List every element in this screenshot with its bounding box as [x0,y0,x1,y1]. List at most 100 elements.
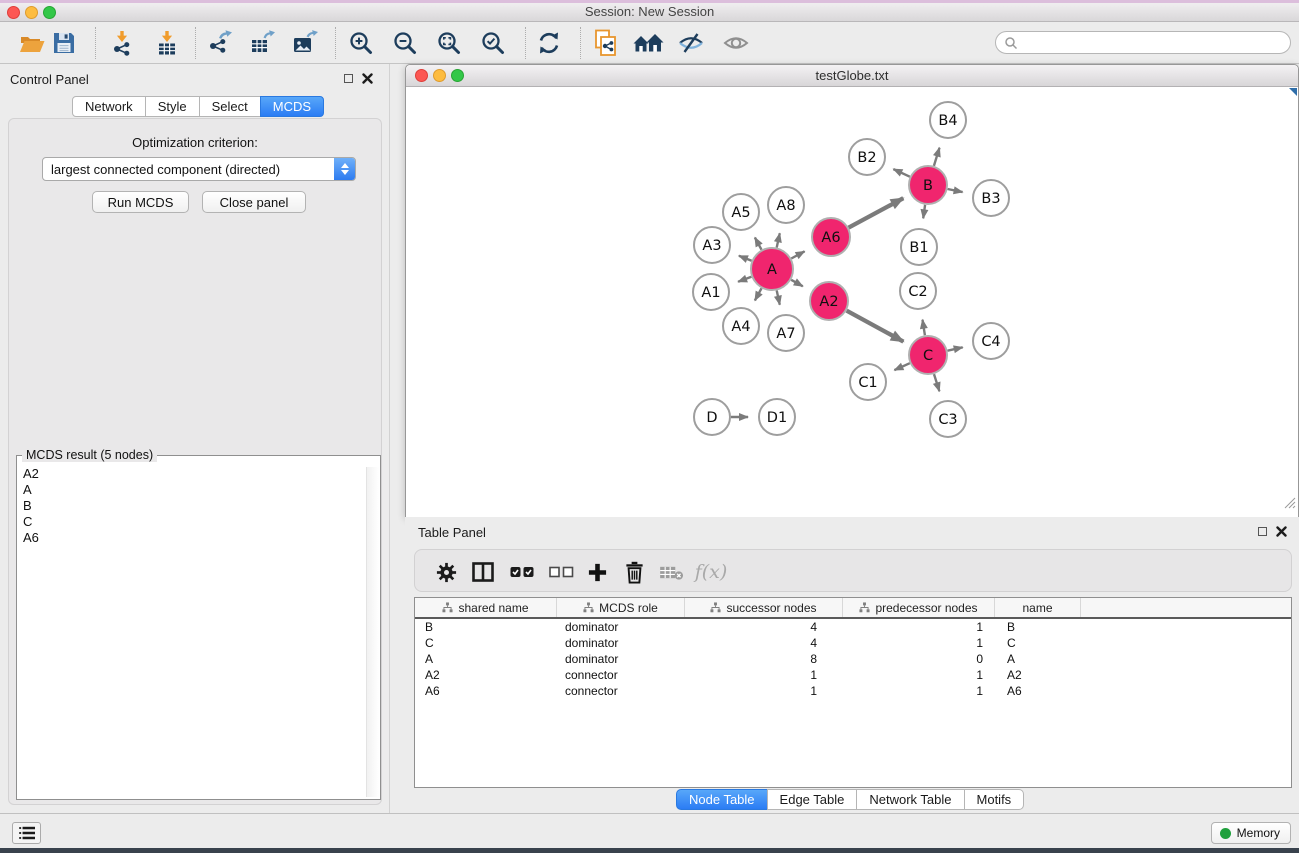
optimization-criterion-dropdown[interactable]: largest connected component (directed) [42,157,356,181]
network-window-titlebar[interactable]: testGlobe.txt [406,65,1298,87]
close-panel-icon[interactable] [362,73,373,84]
table-row[interactable]: Bdominator41B [415,619,1291,635]
node-D[interactable]: D [694,399,730,435]
table-cell[interactable]: dominator [557,652,685,666]
table-cell[interactable]: B [995,620,1081,634]
window-menu-corner-icon[interactable] [1289,88,1297,96]
tab-edge-table[interactable]: Edge Table [767,789,858,810]
export-table-icon[interactable] [247,29,275,57]
table-cell[interactable]: 1 [685,668,843,682]
function-builder-icon[interactable]: f(x) [693,558,729,586]
table-cell[interactable]: connector [557,684,685,698]
table-cell[interactable]: 8 [685,652,843,666]
eye-icon[interactable] [722,29,750,57]
task-history-button[interactable] [12,822,41,844]
table-cell[interactable]: C [995,636,1081,650]
table-cell[interactable]: C [415,636,557,650]
node-C2[interactable]: C2 [900,273,936,309]
node-A7[interactable]: A7 [768,315,804,351]
node-B[interactable]: B [909,166,947,204]
mcds-result-item[interactable]: C [21,514,364,530]
table-cell[interactable]: A6 [995,684,1081,698]
select-all-icon[interactable] [507,558,537,586]
node-B1[interactable]: B1 [901,229,937,265]
node-C[interactable]: C [909,336,947,374]
edge-C-C4[interactable] [948,347,963,350]
edge-A-A7[interactable] [777,291,780,305]
result-scrollbar[interactable] [366,467,379,797]
edge-B-B4[interactable] [934,148,940,166]
table-cell[interactable]: 1 [843,684,995,698]
edge-A-A3[interactable] [739,256,752,261]
edge-A-A2[interactable] [791,280,803,287]
save-session-icon[interactable] [50,29,78,57]
edge-A-A6[interactable] [791,251,804,258]
table-row[interactable]: A6connector11A6 [415,683,1291,699]
float-panel-icon[interactable] [1258,527,1267,536]
refresh-icon[interactable] [535,29,563,57]
tab-mcds[interactable]: MCDS [260,96,324,117]
add-icon[interactable] [583,558,611,586]
export-image-icon[interactable] [290,29,318,57]
edge-A2-C[interactable] [847,311,904,342]
table-cell[interactable]: 1 [685,684,843,698]
network-canvas[interactable]: AA1A2A3A4A5A6A7A8BB1B2B3B4CC1C2C3C4DD1 [406,88,1298,517]
zoom-out-icon[interactable] [391,29,419,57]
table-cell[interactable]: A [415,652,557,666]
search-box[interactable] [995,31,1291,54]
open-file-icon[interactable] [18,29,46,57]
tab-network[interactable]: Network [72,96,146,117]
resize-grip-icon[interactable] [1283,496,1296,514]
node-B4[interactable]: B4 [930,102,966,138]
zoom-in-icon[interactable] [347,29,375,57]
table-cell[interactable]: dominator [557,636,685,650]
column-header-successor-nodes[interactable]: successor nodes [685,598,843,617]
run-mcds-button[interactable]: Run MCDS [92,191,189,213]
node-A3[interactable]: A3 [694,227,730,263]
table-row[interactable]: Adominator80A [415,651,1291,667]
edge-A-A1[interactable] [738,277,751,282]
edge-B-B2[interactable] [893,169,909,177]
tab-motifs[interactable]: Motifs [964,789,1025,810]
table-cell[interactable]: 4 [685,620,843,634]
table-cell[interactable]: A2 [415,668,557,682]
column-header-predecessor-nodes[interactable]: predecessor nodes [843,598,995,617]
node-A8[interactable]: A8 [768,187,804,223]
float-panel-icon[interactable] [344,74,353,83]
tab-node-table[interactable]: Node Table [676,789,768,810]
close-panel-button[interactable]: Close panel [202,191,306,213]
mcds-result-item[interactable]: A [21,482,364,498]
node-A[interactable]: A [751,248,793,290]
column-header-name[interactable]: name [995,598,1081,617]
import-table-icon[interactable] [153,29,181,57]
table-row[interactable]: A2connector11A2 [415,667,1291,683]
node-A6[interactable]: A6 [812,218,850,256]
node-A4[interactable]: A4 [723,308,759,344]
close-panel-icon[interactable] [1276,526,1287,537]
edge-B-B3[interactable] [948,189,963,192]
split-columns-icon[interactable] [469,558,497,586]
edge-C-C1[interactable] [894,363,909,370]
node-A5[interactable]: A5 [723,194,759,230]
zoom-fit-icon[interactable] [435,29,463,57]
table-cell[interactable]: connector [557,668,685,682]
node-A2[interactable]: A2 [810,282,848,320]
mcds-result-item[interactable]: A6 [21,530,364,546]
delete-icon[interactable] [620,558,648,586]
table-cell[interactable]: A2 [995,668,1081,682]
tab-style[interactable]: Style [145,96,200,117]
edge-A6-B[interactable] [849,198,904,227]
node-C4[interactable]: C4 [973,323,1009,359]
zoom-selected-icon[interactable] [479,29,507,57]
home-icon[interactable] [632,29,666,57]
gear-icon[interactable] [432,558,460,586]
node-B3[interactable]: B3 [973,180,1009,216]
table-row[interactable]: Cdominator41C [415,635,1291,651]
table-cell[interactable]: A [995,652,1081,666]
new-network-from-selection-icon[interactable] [592,29,620,57]
mcds-result-item[interactable]: A2 [21,466,364,482]
edge-A-A4[interactable] [755,288,762,300]
dropdown-stepper-icon[interactable] [334,158,355,180]
memory-button[interactable]: Memory [1211,822,1291,844]
table-cell[interactable]: 1 [843,668,995,682]
